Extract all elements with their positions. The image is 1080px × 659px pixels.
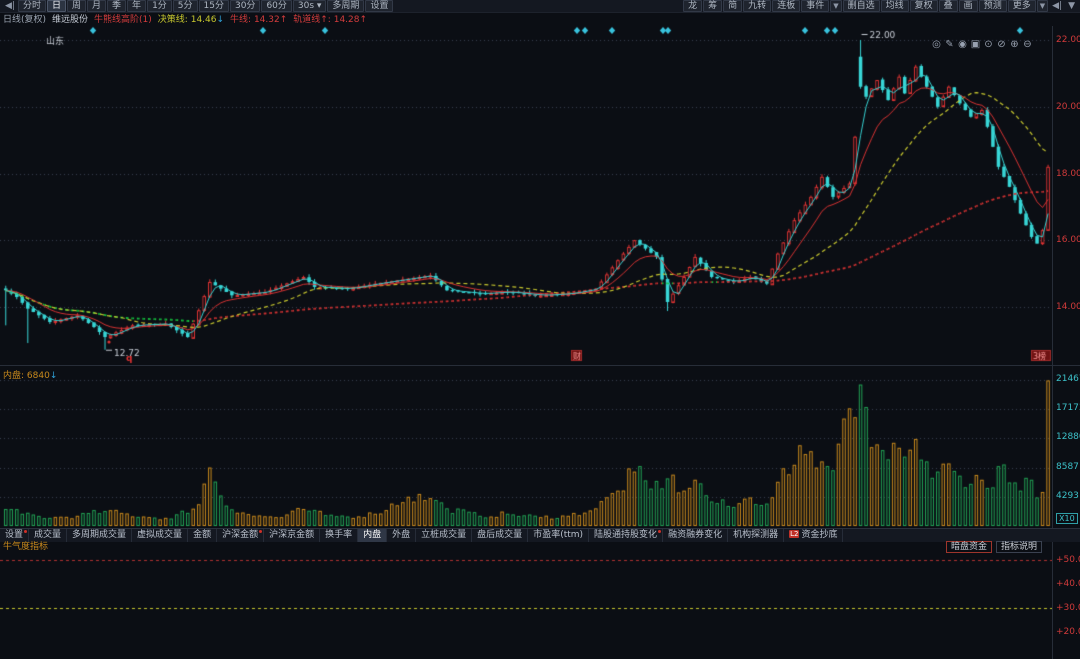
volume-axis-label: 4293 bbox=[1056, 491, 1080, 501]
volume-pane: 内盘: 6840↓ bbox=[0, 365, 1080, 529]
pencil-icon[interactable]: ✎ bbox=[943, 39, 956, 50]
collapse-panel-icon[interactable]: ◀| bbox=[2, 1, 18, 11]
period-button-1分[interactable]: 1分 bbox=[147, 0, 172, 12]
toolbar-top: ◀|分时日周月季年1分5分15分30分60分30s ▾多周期设置 龙筹简九转连板… bbox=[0, 0, 1080, 13]
period-button-月[interactable]: 月 bbox=[87, 0, 106, 12]
sub-indicator-canvas[interactable] bbox=[0, 553, 1052, 659]
sub-indicator-pane bbox=[0, 553, 1080, 659]
volume-axis-label: 21467 bbox=[1056, 374, 1080, 384]
sub-indicator-name: 牛气度指标 bbox=[3, 542, 48, 553]
notification-dot bbox=[259, 530, 262, 533]
hand-icon[interactable]: ⊙ bbox=[982, 39, 995, 50]
sub-axis-label: +30.00 bbox=[1056, 603, 1080, 613]
price-axis-label: 22.00 bbox=[1056, 35, 1080, 45]
period-button-15分[interactable]: 15分 bbox=[199, 0, 229, 12]
l2-badge: L2 bbox=[789, 530, 799, 538]
price-axis-label: 16.00 bbox=[1056, 235, 1080, 245]
dropdown-caret-icon[interactable]: ▼ bbox=[830, 0, 841, 12]
volume-axis-label: 17173 bbox=[1056, 403, 1080, 413]
lock-icon[interactable]: ⊘ bbox=[995, 39, 1008, 50]
tool-button-简[interactable]: 简 bbox=[723, 0, 742, 12]
tool-button-九转[interactable]: 九转 bbox=[743, 0, 771, 12]
period-button-30分[interactable]: 30分 bbox=[230, 0, 260, 12]
price-axis-label: 18.00 bbox=[1056, 169, 1080, 179]
price-axis-label: 20.00 bbox=[1056, 102, 1080, 112]
period-button-5分[interactable]: 5分 bbox=[173, 0, 198, 12]
tool-button-连板[interactable]: 连板 bbox=[772, 0, 800, 12]
metric-decision-line: 决策线: 14.46↓ bbox=[158, 14, 224, 26]
dropdown-caret-icon[interactable]: ▼ bbox=[1037, 0, 1048, 12]
volume-chart-canvas[interactable] bbox=[0, 366, 1052, 529]
period-button-分时[interactable]: 分时 bbox=[18, 0, 46, 12]
period-button-30s ▾[interactable]: 30s ▾ bbox=[293, 0, 327, 12]
notification-dot bbox=[658, 530, 661, 533]
main-chart-pane bbox=[0, 26, 1080, 364]
period-button-设置[interactable]: 设置 bbox=[365, 0, 393, 12]
volume-pane-label: 内盘: 6840↓ bbox=[3, 368, 57, 381]
tool-button-龙[interactable]: 龙 bbox=[683, 0, 702, 12]
sub-axis-label: +40.00 bbox=[1056, 579, 1080, 589]
period-button-60分[interactable]: 60分 bbox=[261, 0, 291, 12]
tool-button-预测[interactable]: 预测 bbox=[979, 0, 1007, 12]
panel-toggle-icon[interactable]: ▼ bbox=[1065, 1, 1078, 11]
sub-axis-label: +50.00 bbox=[1056, 555, 1080, 565]
period-button-多周期[interactable]: 多周期 bbox=[327, 0, 364, 12]
tool-button-删自选[interactable]: 删自选 bbox=[843, 0, 880, 12]
volume-unit-label: X10 bbox=[1056, 513, 1078, 524]
period-button-年[interactable]: 年 bbox=[127, 0, 146, 12]
indicator-help-button[interactable]: 指标说明 bbox=[996, 541, 1042, 553]
period-button-日[interactable]: 日 bbox=[47, 0, 66, 12]
tool-button-更多[interactable]: 更多 bbox=[1008, 0, 1036, 12]
tool-button-筹[interactable]: 筹 bbox=[703, 0, 722, 12]
volume-axis-label: 8587 bbox=[1056, 462, 1080, 472]
pointer-icon[interactable]: ◎ bbox=[930, 39, 943, 50]
tool-button-画[interactable]: 画 bbox=[959, 0, 978, 12]
erase-box-icon[interactable]: ▣ bbox=[969, 39, 982, 50]
panel-toggle-icon[interactable]: ◀| bbox=[1049, 1, 1065, 11]
zoom-in-icon[interactable]: ⊕ bbox=[1008, 39, 1021, 50]
zoom-out-icon[interactable]: ⊖ bbox=[1021, 39, 1034, 50]
notification-dot bbox=[24, 530, 27, 533]
toolbar-periods: ◀|分时日周月季年1分5分15分30分60分30s ▾多周期设置 bbox=[2, 0, 394, 12]
indicator-name: 牛熊线高阶(1) bbox=[94, 14, 152, 26]
tool-button-均线[interactable]: 均线 bbox=[881, 0, 909, 12]
eye-icon[interactable]: ◉ bbox=[956, 39, 969, 50]
toolbar-tools: 龙筹简九转连板事件▼删自选均线复权叠画预测更多▼◀|▼ bbox=[683, 0, 1078, 12]
sub-axis-label: +20.00 bbox=[1056, 627, 1080, 637]
volume-axis-label: 12880 bbox=[1056, 432, 1080, 442]
period-label: 日线(复权) bbox=[3, 14, 46, 26]
price-axis-label: 14.00 bbox=[1056, 302, 1080, 312]
tool-button-事件[interactable]: 事件 bbox=[801, 0, 829, 12]
period-button-季[interactable]: 季 bbox=[107, 0, 126, 12]
stock-terminal-window: ◀|分时日周月季年1分5分15分30分60分30s ▾多周期设置 龙筹简九转连板… bbox=[0, 0, 1080, 659]
candlestick-chart-canvas[interactable] bbox=[0, 26, 1052, 364]
indicator-tab-bar: 设置成交量多周期成交量虚拟成交量金额沪深金额沪深京金额换手率内盘外盘立桩成交量盘… bbox=[0, 528, 1080, 542]
stock-name[interactable]: 维远股份 bbox=[52, 14, 88, 26]
dark-pool-funds-button[interactable]: 暗盘资金 bbox=[946, 541, 992, 553]
tool-button-叠[interactable]: 叠 bbox=[939, 0, 958, 12]
tool-button-复权[interactable]: 复权 bbox=[910, 0, 938, 12]
sub-indicator-header: 牛气度指标 暗盘资金 指标说明 bbox=[0, 541, 1080, 553]
metric-track-line: 轨道线↑: 14.28↑ bbox=[293, 14, 367, 26]
period-button-周[interactable]: 周 bbox=[67, 0, 86, 12]
info-bar: 日线(复权) 维远股份 牛熊线高阶(1) 决策线: 14.46↓ 牛线: 14.… bbox=[0, 13, 1080, 26]
metric-bull-line: 牛线: 14.32↑ bbox=[230, 14, 287, 26]
sub-indicator-buttons: 暗盘资金 指标说明 bbox=[942, 541, 1042, 553]
drawing-toolbar: ◎✎◉▣⊙⊘⊕⊖ bbox=[930, 39, 1034, 50]
